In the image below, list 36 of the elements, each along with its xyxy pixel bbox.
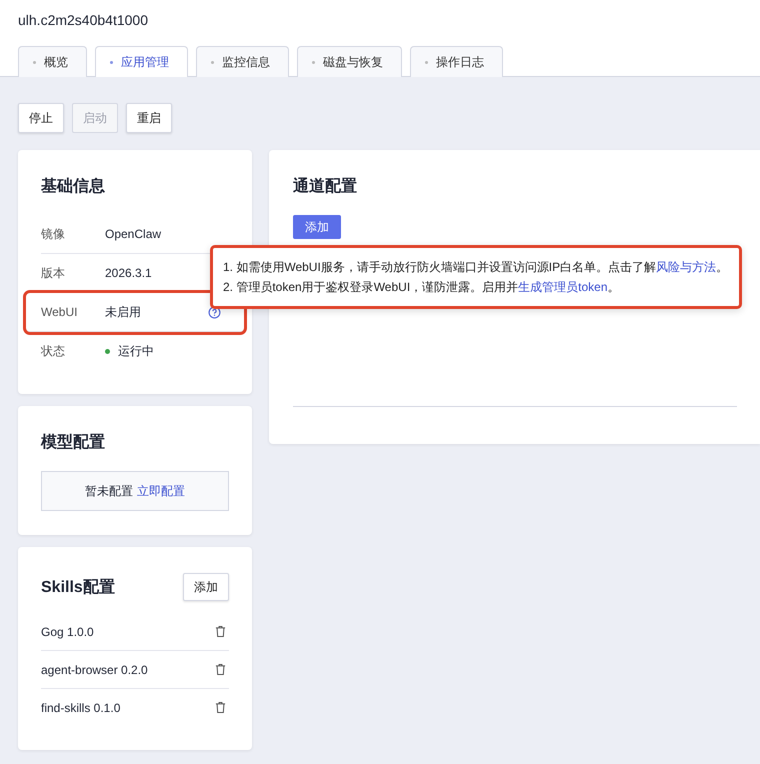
info-label: 镜像 [41,226,66,242]
tooltip-link[interactable]: 风险与方法 [656,260,716,274]
info-value: OpenClaw [105,227,162,241]
add-button[interactable]: 添加 [183,573,229,601]
action-button[interactable]: 重启 [126,103,172,133]
info-label: 状态 [41,342,66,360]
info-label: WebUI [41,305,78,319]
trash-icon[interactable] [215,701,226,714]
info-value: 运行中 [118,342,154,360]
configure-link[interactable]: 立即配置 [137,482,185,500]
empty-text: 暂未配置 [85,482,133,500]
info-label: 版本 [41,264,66,282]
trash-icon[interactable] [215,663,226,676]
info-value: 2026.3.1 [105,266,152,280]
tab[interactable]: 概览 [18,46,87,77]
status-dot [105,348,110,354]
skill-name: Gog 1.0.0 [41,624,94,638]
add-button[interactable]: 添加 [293,215,341,239]
skill-name: find-skills 0.1.0 [41,700,120,714]
tab[interactable]: 磁盘与恢复 [297,46,402,77]
card-title: 模型配置 [41,432,106,453]
card-title: Skills配置 [41,578,115,598]
tab[interactable]: 应用管理 [95,46,188,77]
instance-title: ulh.c2m2s40b4t1000 [18,12,149,30]
tab[interactable]: 操作日志 [410,46,503,77]
tooltip-text: 2. 管理员token用于鉴权登录WebUI，谨防泄露。启用并生成管理员token。 [223,279,621,296]
card-title: 通道配置 [293,176,358,197]
tooltip-text: 1. 如需使用WebUI服务，请手动放行防火墙端口并设置访问源IP白名单。点击了解风险与方法。 [223,259,729,276]
help-icon[interactable] [208,306,221,318]
tooltip-link[interactable]: 生成管理员token [518,280,608,294]
info-value: 未启用 [105,304,141,320]
tab[interactable]: 监控信息 [196,46,289,77]
action-button[interactable]: 停止 [18,103,64,133]
card-title: 基础信息 [41,176,106,197]
skill-name: agent-browser 0.2.0 [41,662,148,676]
trash-icon[interactable] [215,625,226,638]
